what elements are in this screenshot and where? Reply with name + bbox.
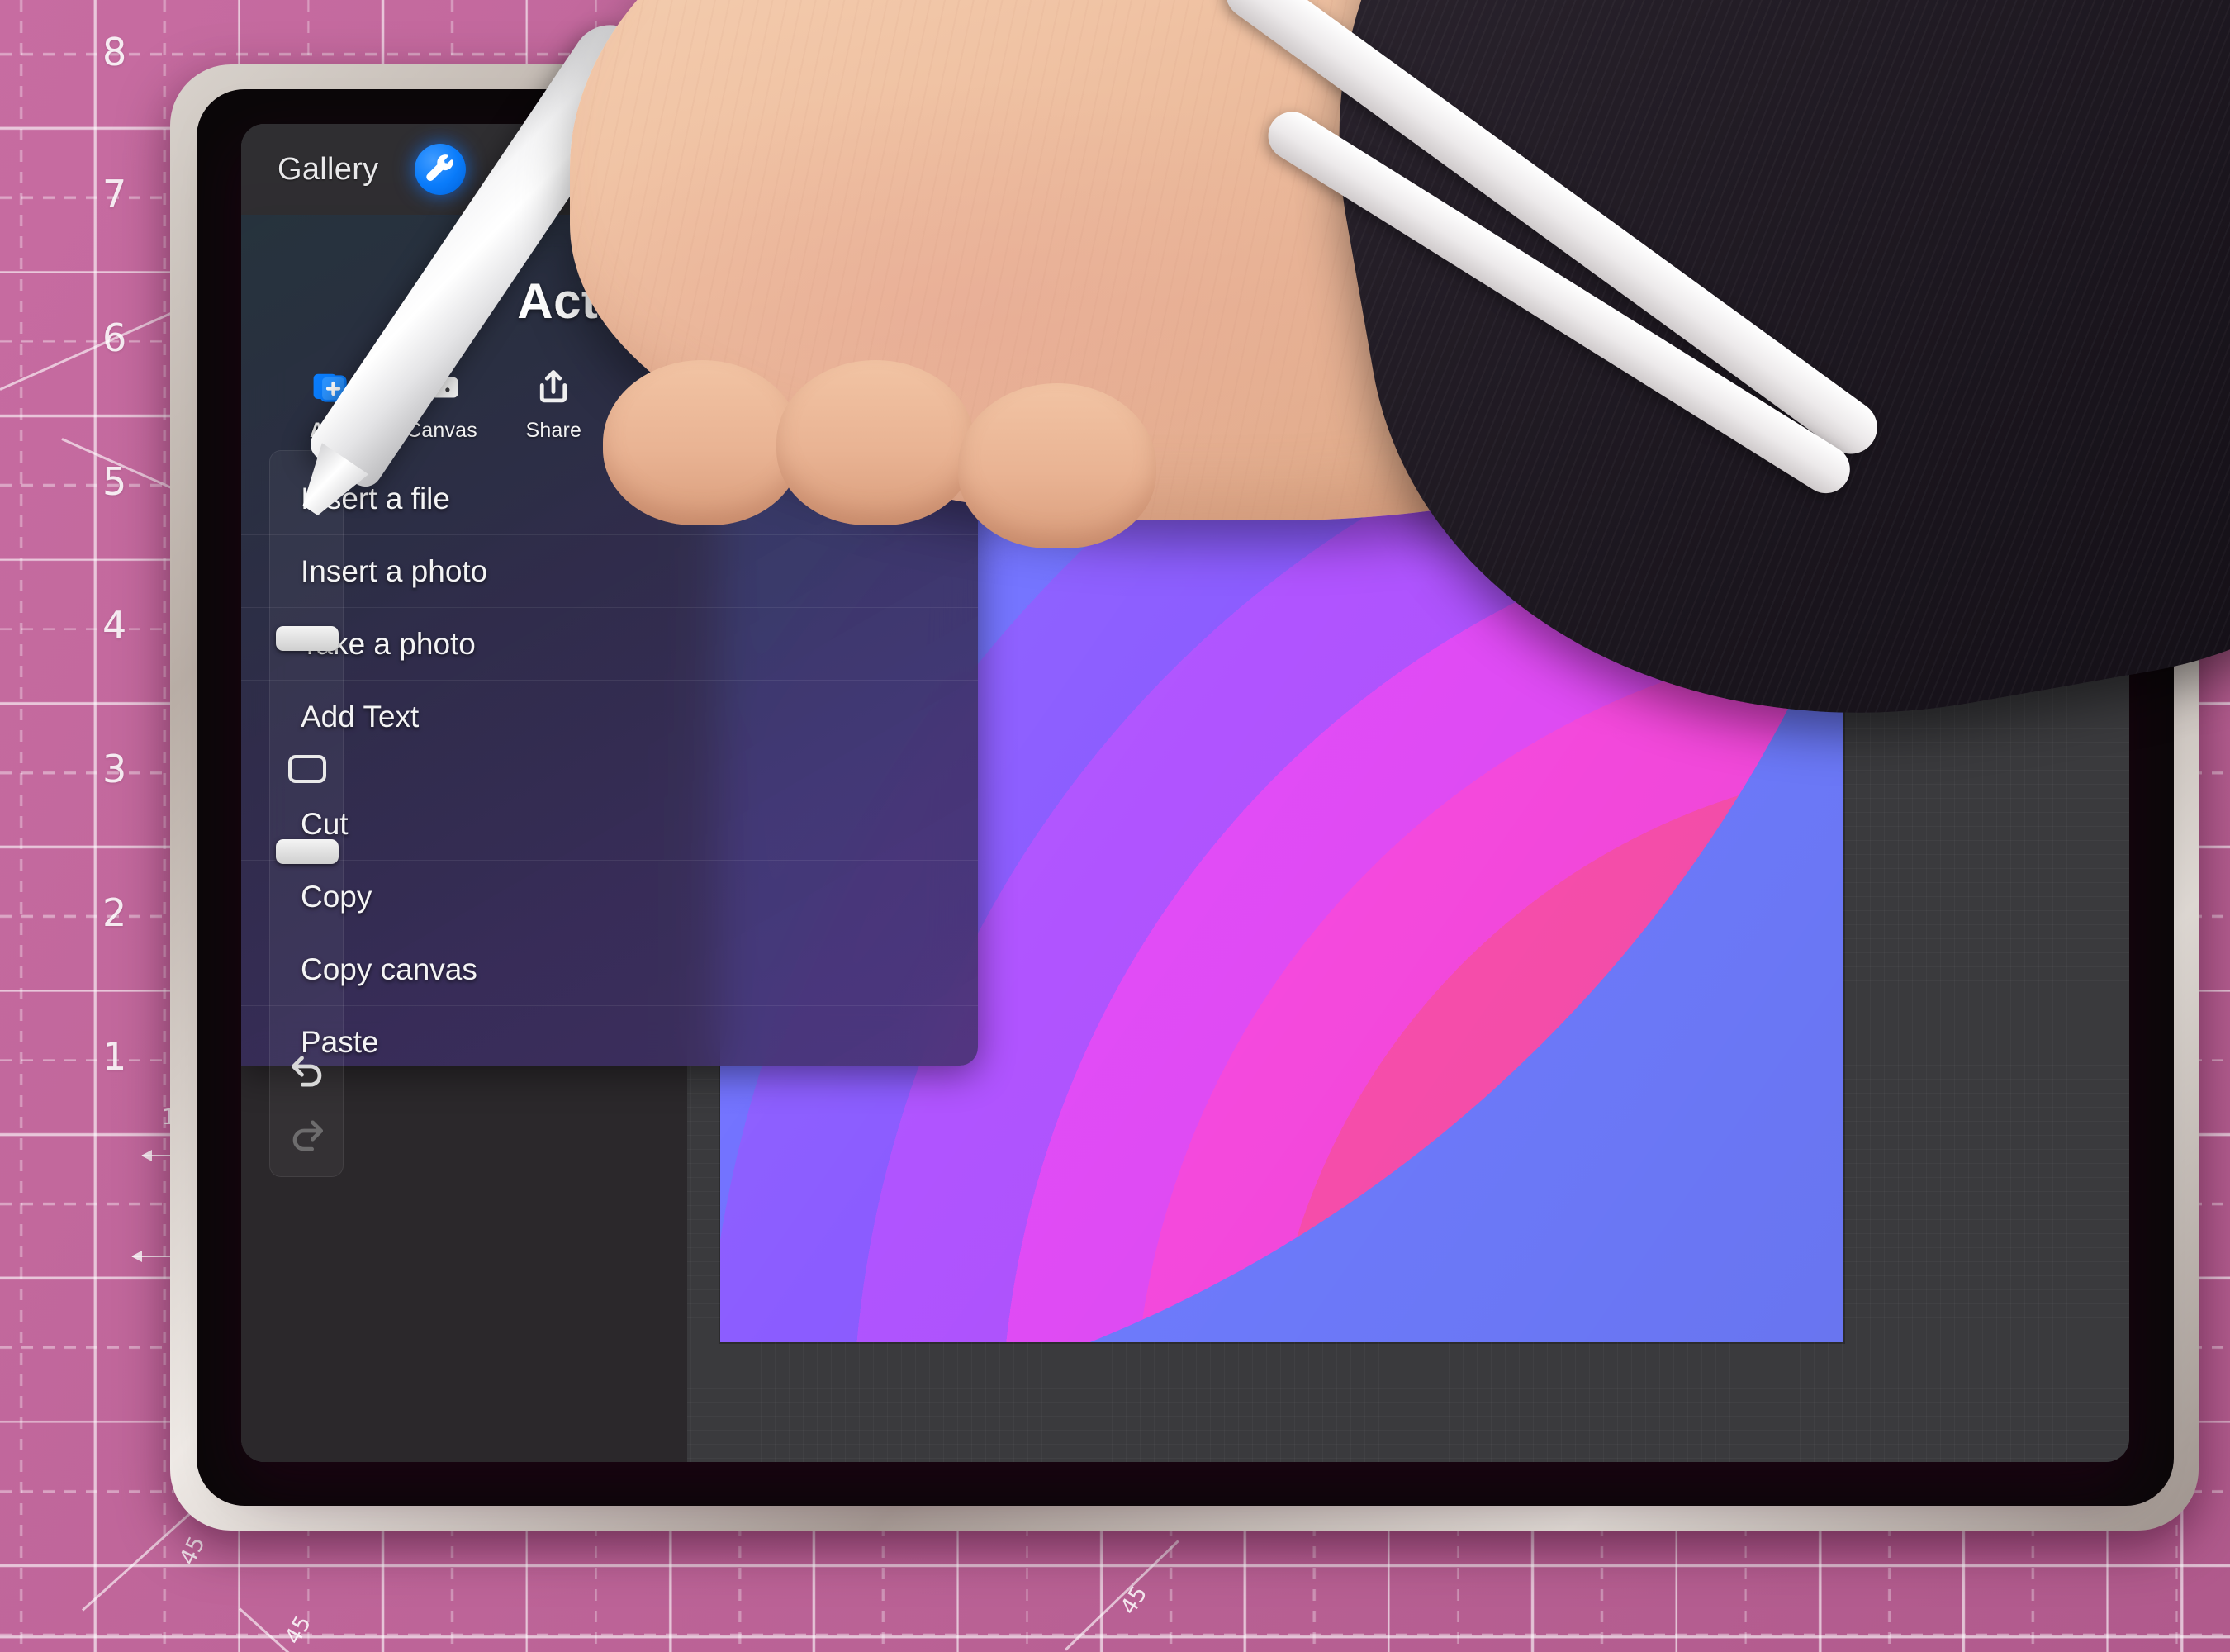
menu-item-paste[interactable]: Paste: [241, 1006, 978, 1066]
menu-item-insert-a-photo[interactable]: Insert a photo: [241, 535, 978, 608]
mat-ruler-number: 3: [102, 747, 129, 791]
mat-ruler-number: 4: [102, 603, 129, 648]
brush-size-slider[interactable]: [276, 626, 339, 651]
mat-ruler-number: 2: [102, 890, 129, 935]
knuckle: [958, 383, 1156, 548]
knuckle: [603, 360, 801, 525]
menu-item-add-text[interactable]: Add Text: [241, 681, 978, 753]
modify-square-button[interactable]: [288, 755, 326, 783]
wrench-icon[interactable]: [415, 144, 467, 195]
tab-share[interactable]: Share: [505, 362, 602, 443]
gallery-button[interactable]: Gallery: [278, 152, 378, 188]
menu-item-copy[interactable]: Copy: [241, 861, 978, 933]
menu-group-divider: [241, 753, 978, 788]
mat-ruler-number: 7: [102, 172, 129, 216]
brush-sidebar: [269, 450, 344, 1177]
redo-arrow-icon[interactable]: [270, 1104, 344, 1161]
share-upload-icon: [533, 362, 574, 408]
menu-item-cut[interactable]: Cut: [241, 788, 978, 861]
brush-opacity-slider[interactable]: [276, 839, 339, 864]
mat-ruler-number: 8: [102, 30, 129, 74]
undo-arrow-icon[interactable]: [270, 1039, 344, 1097]
menu-item-copy-canvas[interactable]: Copy canvas: [241, 933, 978, 1006]
tab-label: Share: [525, 419, 582, 442]
menu-item-take-a-photo[interactable]: Take a photo: [241, 608, 978, 681]
knuckle: [776, 360, 975, 525]
mat-ruler-number: 1: [102, 1034, 129, 1079]
actions-menu-list: Insert a file Insert a photo Take a phot…: [241, 463, 978, 1066]
